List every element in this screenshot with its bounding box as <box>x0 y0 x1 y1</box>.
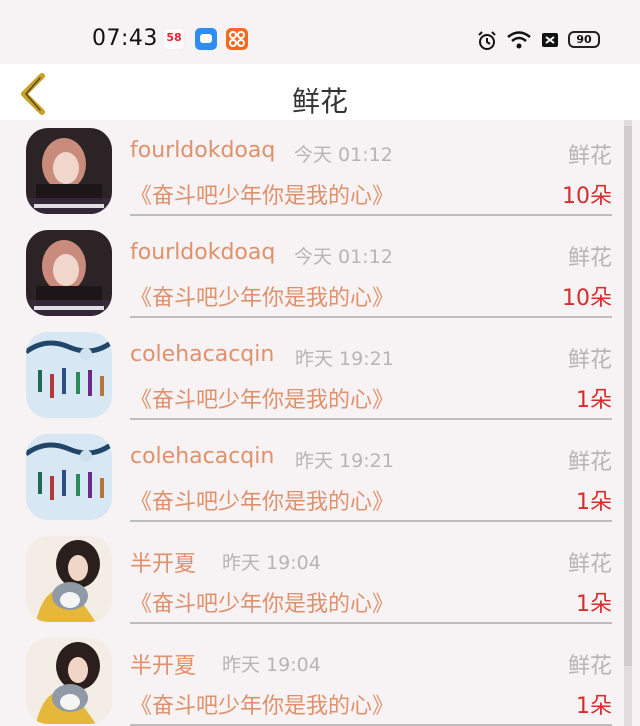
avatar[interactable] <box>26 434 112 520</box>
gift-type: 鲜花 <box>567 246 612 271</box>
message-app-icon <box>195 28 217 50</box>
58-app-icon: 58 <box>163 28 185 50</box>
header-bar: 鲜花 <box>0 64 640 120</box>
scrollbar[interactable] <box>624 120 632 726</box>
avatar[interactable] <box>26 536 112 622</box>
gift-type: 鲜花 <box>567 144 612 169</box>
username[interactable]: fourldokdoaq <box>130 138 275 163</box>
page-title: 鲜花 <box>291 85 348 118</box>
divider <box>130 622 612 624</box>
avatar[interactable] <box>26 638 112 724</box>
flower-count: 10朵 <box>562 184 612 209</box>
flower-count: 1朵 <box>576 490 612 515</box>
gift-type: 鲜花 <box>567 450 612 475</box>
username[interactable]: 半开夏 <box>130 648 196 680</box>
status-bar: 07:43 58 90 <box>0 0 640 64</box>
timestamp: 昨天 19:04 <box>222 552 321 574</box>
avatar[interactable] <box>26 128 112 214</box>
song-title[interactable]: 《奋斗吧少年你是我的心》 <box>130 178 394 210</box>
battery-icon: 90 <box>568 31 600 48</box>
song-title[interactable]: 《奋斗吧少年你是我的心》 <box>130 484 394 516</box>
timestamp: 昨天 19:21 <box>295 348 394 370</box>
wifi-icon <box>506 30 532 54</box>
status-time: 07:43 <box>92 26 158 51</box>
timestamp: 今天 01:12 <box>294 246 393 268</box>
flower-count: 1朵 <box>576 592 612 617</box>
flower-gift-list: fourldokdoaq 今天 01:12 鲜花 《奋斗吧少年你是我的心》 10朵 fou… <box>0 120 640 726</box>
avatar[interactable] <box>26 332 112 418</box>
no-sim-icon <box>540 30 560 54</box>
song-title[interactable]: 《奋斗吧少年你是我的心》 <box>130 280 394 312</box>
divider <box>130 520 612 522</box>
flower-count: 1朵 <box>576 694 612 719</box>
gift-type: 鲜花 <box>567 654 612 679</box>
flower-count: 1朵 <box>576 388 612 413</box>
list-item[interactable]: colehacacqin 昨天 19:21 鲜花《奋斗吧少年你是我的心》 1朵 <box>0 324 624 426</box>
grid-app-icon <box>226 28 248 50</box>
divider <box>130 418 612 420</box>
list-item[interactable]: 半开夏 昨天 19:04 鲜花《奋斗吧少年你是我的心》 1朵 <box>0 528 624 630</box>
gift-type: 鲜花 <box>567 348 612 373</box>
username[interactable]: 半开夏 <box>130 546 196 578</box>
username[interactable]: colehacacqin <box>130 444 274 469</box>
divider <box>130 214 612 216</box>
song-title[interactable]: 《奋斗吧少年你是我的心》 <box>130 382 394 414</box>
alarm-icon <box>476 30 498 56</box>
username[interactable]: fourldokdoaq <box>130 240 275 265</box>
timestamp: 昨天 19:21 <box>295 450 394 472</box>
username[interactable]: colehacacqin <box>130 342 274 367</box>
divider <box>130 316 612 318</box>
list-item[interactable]: fourldokdoaq 今天 01:12 鲜花《奋斗吧少年你是我的心》 10朵 <box>0 222 624 324</box>
song-title[interactable]: 《奋斗吧少年你是我的心》 <box>130 688 394 720</box>
timestamp: 今天 01:12 <box>294 144 393 166</box>
scroll-thumb[interactable] <box>624 126 632 666</box>
list-item[interactable]: colehacacqin 昨天 19:21 鲜花《奋斗吧少年你是我的心》 1朵 <box>0 426 624 528</box>
flower-count: 10朵 <box>562 286 612 311</box>
timestamp: 昨天 19:04 <box>222 654 321 676</box>
list-item[interactable]: 半开夏 昨天 19:04 鲜花《奋斗吧少年你是我的心》 1朵 <box>0 630 624 726</box>
avatar[interactable] <box>26 230 112 316</box>
song-title[interactable]: 《奋斗吧少年你是我的心》 <box>130 586 394 618</box>
gift-type: 鲜花 <box>567 552 612 577</box>
list-item[interactable]: fourldokdoaq 今天 01:12 鲜花《奋斗吧少年你是我的心》 10朵 <box>0 120 624 222</box>
